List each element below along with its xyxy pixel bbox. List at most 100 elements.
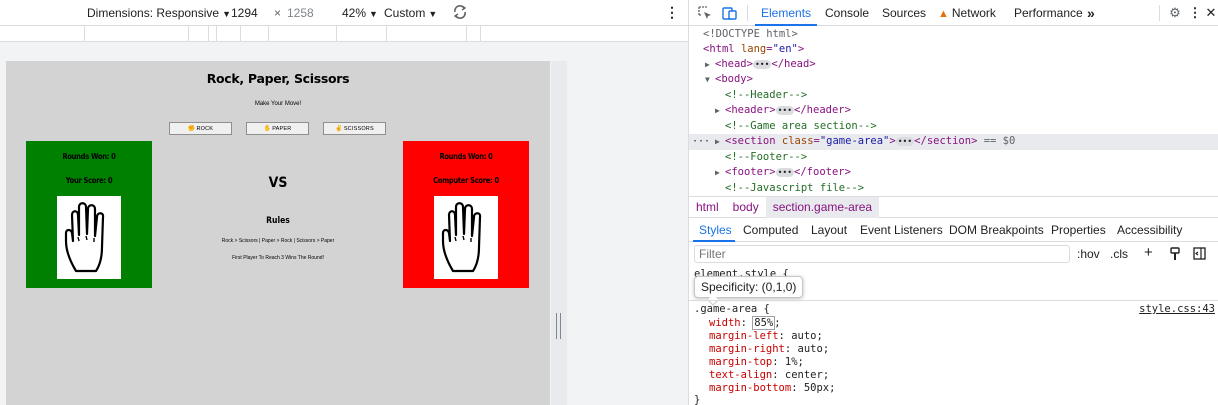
tab-elements[interactable]: Elements [761, 0, 811, 26]
dom-node-footer[interactable]: ▶ <footer> ••• </footer> [689, 165, 1218, 181]
dom-node-doctype[interactable]: <!DOCTYPE html> [689, 27, 1218, 43]
comment-text: <!--Javascript file--> [725, 182, 865, 194]
inspect-element-icon[interactable] [697, 5, 713, 21]
tab-event-listeners[interactable]: Event Listeners [860, 218, 943, 242]
device-emulation-area: Dimensions: Responsive▼ × 42%▼ Custom▼ ⋮… [0, 0, 688, 405]
styles-filter-input[interactable] [694, 245, 1070, 263]
class-toggle[interactable]: .cls [1110, 247, 1128, 261]
rotate-icon[interactable] [452, 3, 468, 24]
css-declaration[interactable]: margin-bottom: 50px; [694, 382, 835, 395]
rules-title: Rules [266, 216, 290, 226]
head-tag: <head> [715, 58, 753, 70]
css-value-editing[interactable]: 85% [752, 316, 776, 330]
dom-node-comment[interactable]: <!--Footer--> [689, 150, 1218, 166]
scissors-button[interactable]: ✌ SCISSORS [323, 122, 386, 135]
expand-arrow-icon[interactable]: ▶ [715, 134, 725, 150]
tab-computed[interactable]: Computed [743, 218, 798, 242]
devtools-tabbar: Elements Console Sources ▲ Network Perfor… [689, 0, 1218, 26]
breadcrumb-section[interactable]: section.game-area [765, 196, 880, 218]
more-horiz-icon[interactable]: ··· [692, 134, 710, 150]
css-selector[interactable]: .game-area { [694, 303, 770, 316]
zoom-dropdown[interactable]: 42% ▼ [342, 6, 378, 20]
css-value: 50px [803, 382, 830, 394]
throttle-dropdown[interactable]: Custom ▼ [384, 6, 437, 20]
player-panel: Rounds Won: 0 Your Score: 0 [26, 141, 152, 288]
dom-node-header[interactable]: ▶ <header> ••• </header> [689, 103, 1218, 119]
tab-layout[interactable]: Layout [811, 218, 847, 242]
emulated-page-viewport: Rock, Paper, Scissors Make Your Move! ✊ R… [6, 61, 550, 405]
rules-text: Rock > Scissors | Paper > Rock | Scissor… [221, 238, 335, 244]
breadcrumb-body[interactable]: body [726, 197, 766, 218]
dom-node-head[interactable]: ▶ <head> ••• </head> [689, 57, 1218, 73]
section-tag: <section [725, 135, 776, 147]
tab-performance[interactable]: Performance [1014, 0, 1083, 26]
expand-arrow-icon[interactable]: ▶ [715, 165, 725, 181]
css-property: margin-right [709, 343, 785, 355]
section-class-attr: class [781, 135, 814, 147]
dom-node-section-selected[interactable]: ··· ▶ <section class="game-area"> ••• </sect… [689, 134, 1218, 150]
css-declaration[interactable]: margin-right: auto; [694, 343, 829, 356]
height-input[interactable] [284, 4, 328, 22]
css-property: margin-top [709, 356, 773, 368]
paper-button-label: PAPER [272, 125, 292, 132]
more-tabs-icon[interactable]: » [1087, 0, 1095, 26]
tab-dom-breakpoints[interactable]: DOM Breakpoints [949, 218, 1044, 242]
ellipsis-icon[interactable]: ••• [895, 136, 915, 146]
css-value: 1% [784, 356, 798, 368]
viewport-resize-handle[interactable] [551, 61, 567, 405]
html-lang-attr: lang [740, 43, 767, 55]
player-rounds-won: Rounds Won: 0 [62, 152, 116, 161]
rock-button[interactable]: ✊ ROCK [169, 122, 232, 135]
css-declaration[interactable]: margin-top: 1%; [694, 356, 804, 369]
collapse-arrow-icon[interactable]: ▼ [705, 72, 715, 88]
more-vert-icon[interactable]: ⋮ [1187, 5, 1203, 21]
dom-node-html[interactable]: <html lang="en"> [689, 42, 1218, 58]
add-rule-icon[interactable]: + [1144, 244, 1153, 261]
close-icon[interactable]: ✕ [1203, 5, 1218, 21]
css-property: margin-left [709, 330, 779, 342]
tab-properties[interactable]: Properties [1051, 218, 1106, 242]
tab-network[interactable]: ▲ Network [938, 0, 996, 26]
rules-note: First Player To Reach 3 Wins The Round! [232, 255, 324, 261]
section-class-value: "game-area" [819, 135, 890, 147]
expand-arrow-icon[interactable]: ▶ [705, 57, 715, 73]
tab-styles[interactable]: Styles [699, 218, 732, 242]
tab-sources[interactable]: Sources [882, 0, 926, 26]
dom-node-comment[interactable]: <!--Game area section--> [689, 119, 1218, 135]
toggle-sidebar-icon[interactable] [1193, 247, 1206, 263]
player-score: Your Score: 0 [65, 176, 113, 185]
more-vert-icon[interactable]: ⋮ [665, 4, 679, 21]
ellipsis-icon[interactable]: ••• [775, 105, 795, 115]
dom-node-comment[interactable]: <!--Header--> [689, 88, 1218, 104]
tab-accessibility[interactable]: Accessibility [1117, 218, 1182, 242]
dom-node-comment[interactable]: <!--Javascript file--> [689, 181, 1218, 197]
css-value: center [784, 369, 823, 381]
expand-arrow-icon[interactable]: ▶ [715, 103, 725, 119]
comment-text: <!--Game area section--> [725, 120, 877, 132]
breadcrumb-html[interactable]: html [689, 197, 726, 218]
section-close-tag: </section> [914, 135, 978, 147]
tab-console[interactable]: Console [825, 0, 869, 26]
css-declaration[interactable]: text-align: center; [694, 369, 829, 382]
hover-state-toggle[interactable]: :hov [1077, 247, 1100, 261]
css-declaration[interactable]: width: 85%; [694, 316, 781, 330]
header-close-tag: </header> [794, 104, 851, 116]
device-toolbar-icon[interactable] [722, 5, 738, 21]
html-lang-value: "en" [772, 43, 798, 55]
specificity-tooltip: Specificity: (0,1,0) [694, 276, 804, 298]
paper-button[interactable]: ✋ PAPER [246, 122, 309, 135]
ellipsis-icon[interactable]: ••• [775, 167, 795, 177]
settings-gear-icon[interactable]: ⚙ [1167, 5, 1183, 21]
game-subtitle: Make Your Move! [254, 101, 302, 107]
dimensions-dropdown[interactable]: Dimensions: Responsive ▼ [87, 6, 231, 20]
stylesheet-source-link[interactable]: style.css:43 [1139, 303, 1215, 315]
ellipsis-icon[interactable]: ••• [752, 59, 772, 69]
device-toolbar: Dimensions: Responsive▼ × 42%▼ Custom▼ ⋮ [0, 0, 688, 26]
dom-node-body[interactable]: ▼ <body> [689, 72, 1218, 88]
css-declaration[interactable]: margin-left: auto; [694, 330, 823, 343]
width-input[interactable] [228, 4, 272, 22]
paper-hand-icon: ✋ [263, 126, 272, 132]
breadcrumb: html body section.game-area [689, 196, 1218, 218]
warning-icon: ▲ [938, 8, 949, 20]
paint-brush-icon[interactable] [1169, 247, 1181, 264]
